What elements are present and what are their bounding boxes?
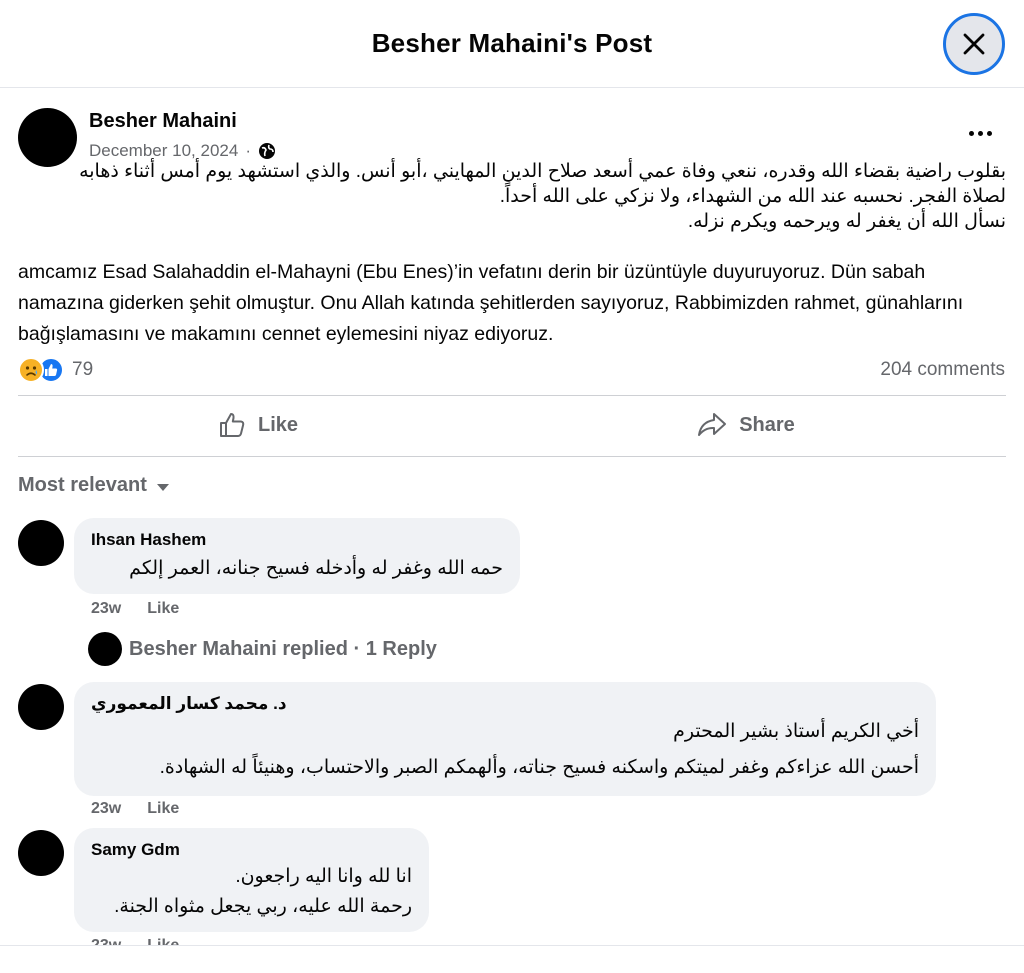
share-button[interactable]: Share: [506, 400, 986, 450]
reply-summary: Besher Mahaini replied · 1 Reply: [129, 637, 437, 660]
commenter-avatar[interactable]: [18, 830, 64, 876]
sort-label: Most relevant: [18, 474, 147, 496]
commenter-name[interactable]: د. محمد كسار المعموري: [91, 694, 919, 714]
post-arabic-line: لصلاة الفجر. نحسبه عند الله من الشهداء، …: [499, 186, 1006, 207]
post-arabic-line: بقلوب راضية بقضاء الله وقدره، ننعي وفاة …: [79, 161, 1006, 182]
post-arabic-line: نسأل الله أن يغفر له ويرحمه ويكرم نزله.: [687, 211, 1006, 232]
reaction-count: 79: [72, 359, 94, 380]
close-icon: [963, 33, 985, 55]
like-button-label: Like: [257, 413, 299, 436]
chevron-down-icon: [156, 483, 169, 491]
commenter-name[interactable]: Ihsan Hashem: [91, 530, 503, 550]
post-text-arabic: بقلوب راضية بقضاء الله وقدره، ننعي وفاة …: [16, 159, 1006, 234]
commenter-avatar[interactable]: [18, 520, 64, 566]
comment-text: أحسن الله عزاءكم وغفر لميتكم واسكنه فسيح…: [159, 757, 919, 778]
comment-like-button[interactable]: Like: [147, 600, 179, 618]
comment-meta: 23w Like: [91, 600, 179, 618]
comment-text: حمه الله وغفر له وأدخله فسيح جنانه، العم…: [129, 558, 503, 579]
comment-bubble: Ihsan Hashem حمه الله وغفر له وأدخله فسي…: [74, 518, 520, 594]
post-meta: December 10, 2024 ·: [89, 141, 276, 161]
comment-bubble: Samy Gdm انا لله وانا اليه راجعون. رحمة …: [74, 828, 429, 932]
more-options-button[interactable]: [958, 118, 1002, 148]
more-horizontal-icon: [968, 130, 974, 136]
comment-sort-dropdown[interactable]: Most relevant: [18, 474, 169, 497]
comment-timestamp[interactable]: 23w: [91, 800, 121, 818]
comment-text: أخي الكريم أستاذ بشير المحترم: [673, 721, 919, 742]
divider: [18, 456, 1006, 457]
comment-timestamp[interactable]: 23w: [91, 600, 121, 618]
sad-reaction-icon: [18, 357, 44, 383]
meta-separator: ·: [245, 141, 251, 160]
comment-bubble: د. محمد كسار المعموري أخي الكريم أستاذ ب…: [74, 682, 936, 796]
post-author[interactable]: Besher Mahaini: [89, 110, 237, 133]
share-button-label: Share: [739, 413, 795, 436]
post-text-turkish: amcamız Esad Salahaddin el-Mahayni (Ebu …: [18, 261, 964, 345]
dialog-title: Besher Mahaini's Post: [371, 28, 653, 58]
dialog-header: Besher Mahaini's Post: [0, 0, 1024, 88]
view-replies-button[interactable]: Besher Mahaini replied · 1 Reply: [88, 632, 437, 666]
like-button[interactable]: Like: [18, 400, 498, 450]
comment-meta: 23w Like: [91, 800, 179, 818]
comment-count[interactable]: 204 comments: [880, 359, 1005, 381]
post-date[interactable]: December 10, 2024: [89, 141, 238, 161]
globe-icon[interactable]: [258, 142, 276, 160]
comment-text: رحمة الله عليه، ربي يجعل مثواه الجنة.: [114, 896, 412, 917]
reactions-summary[interactable]: 79: [18, 357, 93, 383]
comment-text: انا لله وانا اليه راجعون.: [235, 866, 412, 887]
divider: [18, 395, 1006, 396]
commenter-name[interactable]: Samy Gdm: [91, 840, 412, 860]
commenter-avatar[interactable]: [18, 684, 64, 730]
comment-like-button[interactable]: Like: [147, 800, 179, 818]
dialog-footer: [0, 945, 1024, 973]
close-button[interactable]: [943, 13, 1005, 75]
reply-avatar: [88, 632, 122, 666]
thumbs-up-icon: [219, 413, 245, 437]
share-arrow-icon: [698, 413, 727, 436]
